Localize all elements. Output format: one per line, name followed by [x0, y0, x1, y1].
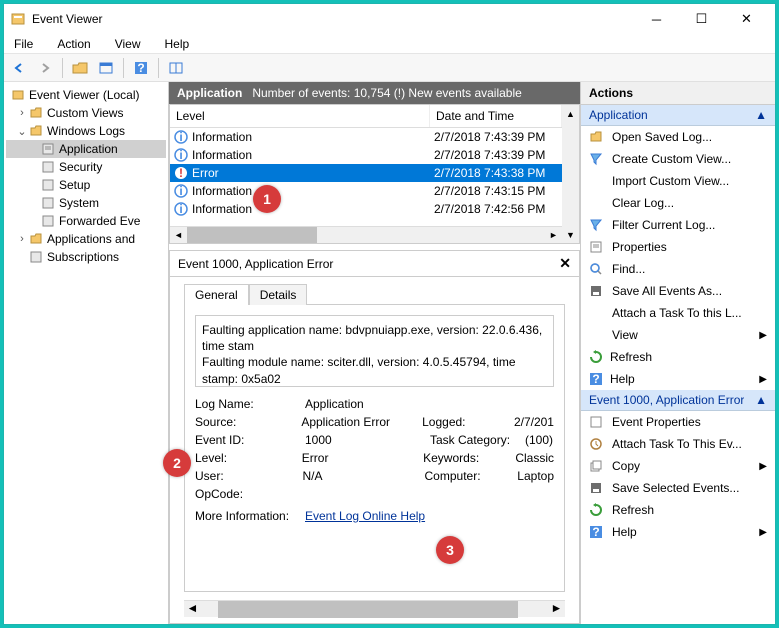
tree-forwarded[interactable]: Forwarded Eve [6, 212, 166, 230]
tree-application[interactable]: Application [6, 140, 166, 158]
action-item[interactable]: Save Selected Events... [581, 477, 775, 499]
tree-setup[interactable]: Setup [6, 176, 166, 194]
folder-button[interactable] [69, 57, 91, 79]
action-item[interactable]: Open Saved Log... [581, 126, 775, 148]
info-icon: i [174, 148, 188, 162]
annotation-badge-3: 3 [436, 536, 464, 564]
nav-tree[interactable]: Event Viewer (Local) ›Custom Views ⌄Wind… [4, 82, 169, 624]
tree-system[interactable]: System [6, 194, 166, 212]
action-item[interactable]: Attach a Task To this L... [581, 302, 775, 324]
tree-apps-services[interactable]: ›Applications and [6, 230, 166, 248]
action-item[interactable]: Attach Task To This Ev... [581, 433, 775, 455]
detail-message: Faulting application name: bdvpnuiapp.ex… [195, 315, 554, 387]
event-detail: Event 1000, Application Error ✕ General … [169, 250, 580, 624]
action-refresh[interactable]: Refresh [581, 346, 775, 368]
action-item[interactable]: Copy▶ [581, 455, 775, 477]
table-row[interactable]: iInformation2/7/2018 7:43:39 PM [170, 146, 562, 164]
svg-text:?: ? [592, 372, 599, 386]
action-view[interactable]: View▶ [581, 324, 775, 346]
menu-file[interactable]: File [8, 35, 39, 53]
split-button[interactable] [165, 57, 187, 79]
tree-security[interactable]: Security [6, 158, 166, 176]
events-grid[interactable]: Level Date and Time iInformation2/7/2018… [169, 104, 580, 244]
actions-section-app[interactable]: Application▲ [581, 105, 775, 126]
close-button[interactable]: ✕ [724, 4, 769, 34]
table-row[interactable]: iInformation2/7/2018 7:43:15 PM [170, 182, 562, 200]
actions-panel: Actions Application▲ Open Saved Log...Cr… [580, 82, 775, 624]
tab-details[interactable]: Details [249, 284, 308, 305]
table-row[interactable]: !Error2/7/2018 7:43:38 PM [170, 164, 562, 182]
svg-text:i: i [179, 130, 182, 144]
h-scrollbar[interactable]: ◄► [170, 226, 562, 243]
menubar: File Action View Help [4, 34, 775, 54]
back-button[interactable] [8, 57, 30, 79]
info-icon: i [174, 184, 188, 198]
action-help[interactable]: ?Help▶ [581, 368, 775, 390]
action-item[interactable]: Properties [581, 236, 775, 258]
tree-subscriptions[interactable]: Subscriptions [6, 248, 166, 266]
col-date[interactable]: Date and Time [430, 105, 562, 127]
action-item[interactable]: Find... [581, 258, 775, 280]
forward-button[interactable] [34, 57, 56, 79]
table-row[interactable]: iInformation2/7/2018 7:43:39 PM [170, 128, 562, 146]
svg-text:i: i [179, 184, 182, 198]
svg-text:i: i [179, 202, 182, 216]
detail-close-button[interactable]: ✕ [559, 255, 571, 272]
events-header-title: Application [177, 86, 242, 100]
col-level[interactable]: Level [170, 105, 430, 127]
annotation-badge-2: 2 [163, 449, 191, 477]
svg-text:!: ! [179, 166, 183, 180]
events-header-count: Number of events: 10,754 (!) New events … [252, 86, 521, 100]
center-panel: Application Number of events: 10,754 (!)… [169, 82, 580, 624]
action-item[interactable]: Create Custom View... [581, 148, 775, 170]
actions-title: Actions [581, 82, 775, 105]
more-info-label: More Information: [195, 509, 305, 523]
tree-windows-logs[interactable]: ⌄Windows Logs [6, 122, 166, 140]
action-item[interactable]: ?Help▶ [581, 521, 775, 543]
action-item[interactable]: Clear Log... [581, 192, 775, 214]
menu-action[interactable]: Action [51, 35, 96, 53]
table-row[interactable]: iInformation2/7/2018 7:42:56 PM [170, 200, 562, 218]
help-icon-button[interactable]: ? [130, 57, 152, 79]
maximize-button[interactable]: ☐ [679, 4, 724, 34]
annotation-badge-1: 1 [253, 185, 281, 213]
minimize-button[interactable]: ─ [634, 4, 679, 34]
tab-general[interactable]: General [184, 284, 249, 305]
events-header: Application Number of events: 10,754 (!)… [169, 82, 580, 104]
actions-section-event[interactable]: Event 1000, Application Error▲ [581, 390, 775, 411]
svg-text:?: ? [592, 525, 599, 539]
detail-h-scrollbar[interactable]: ◄► [184, 600, 565, 617]
event-log-online-help-link[interactable]: Event Log Online Help [305, 509, 425, 523]
action-item[interactable]: Save All Events As... [581, 280, 775, 302]
window-title: Event Viewer [32, 12, 634, 26]
info-icon: i [174, 130, 188, 144]
titlebar: Event Viewer ─ ☐ ✕ [4, 4, 775, 34]
error-icon: ! [174, 166, 188, 180]
refresh-icon [589, 350, 603, 364]
svg-text:i: i [179, 148, 182, 162]
info-icon: i [174, 202, 188, 216]
help-icon: ? [589, 372, 603, 386]
app-icon [10, 11, 26, 27]
action-item[interactable]: Event Properties [581, 411, 775, 433]
v-scrollbar[interactable]: ▲▼ [562, 105, 579, 243]
menu-view[interactable]: View [109, 35, 147, 53]
svg-text:?: ? [137, 61, 144, 75]
toolbar: ? [4, 54, 775, 82]
menu-help[interactable]: Help [159, 35, 196, 53]
tree-root[interactable]: Event Viewer (Local) [6, 86, 166, 104]
tree-custom-views[interactable]: ›Custom Views [6, 104, 166, 122]
detail-title: Event 1000, Application Error [178, 257, 333, 271]
action-item[interactable]: Filter Current Log... [581, 214, 775, 236]
panel-button[interactable] [95, 57, 117, 79]
action-item[interactable]: Import Custom View... [581, 170, 775, 192]
action-item[interactable]: Refresh [581, 499, 775, 521]
